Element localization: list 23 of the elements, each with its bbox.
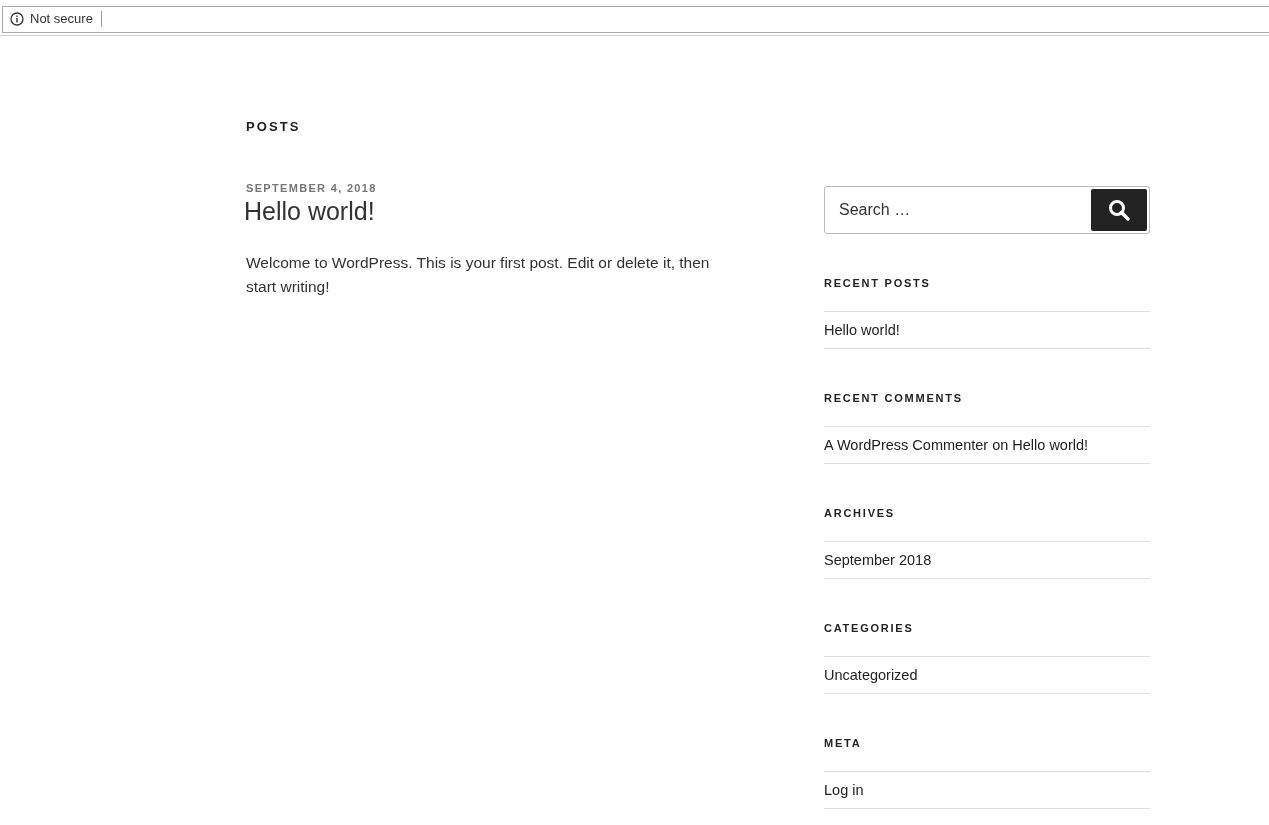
widget-title: RECENT COMMENTS	[824, 392, 964, 404]
widget-link[interactable]: September 2018	[824, 552, 932, 568]
security-label: Not secure	[30, 11, 102, 27]
search-box[interactable]: Search …	[824, 186, 1150, 234]
widget-title: RECENT POSTS	[824, 277, 932, 289]
comment-author-link[interactable]: A WordPress Commenter	[824, 437, 989, 453]
widget-link[interactable]: Hello world!	[824, 322, 900, 338]
widget-title: ARCHIVES	[824, 507, 896, 519]
widget-link[interactable]: Uncategorized	[824, 667, 918, 683]
search-button[interactable]	[1091, 189, 1147, 231]
comment-post-link[interactable]: Hello world!	[1012, 437, 1089, 453]
widget-title: CATEGORIES	[824, 622, 915, 634]
post-excerpt: Welcome to WordPress. This is your first post. Edit or delete it, then start writing!	[246, 253, 711, 297]
page-heading: POSTS	[246, 119, 302, 134]
post-date[interactable]: SEPTEMBER 4, 2018	[246, 182, 770, 194]
post-title[interactable]: Hello world!	[244, 196, 770, 226]
address-bar[interactable]: Not secure	[2, 5, 1269, 33]
comment-entry: A WordPress Commenter on Hello world!	[824, 437, 1089, 453]
info-icon[interactable]	[10, 12, 24, 26]
widget-title: META	[824, 737, 863, 749]
search-icon	[1108, 199, 1130, 221]
search-field[interactable]: Search …	[837, 200, 1091, 220]
widget-link[interactable]: Log in	[824, 782, 864, 798]
